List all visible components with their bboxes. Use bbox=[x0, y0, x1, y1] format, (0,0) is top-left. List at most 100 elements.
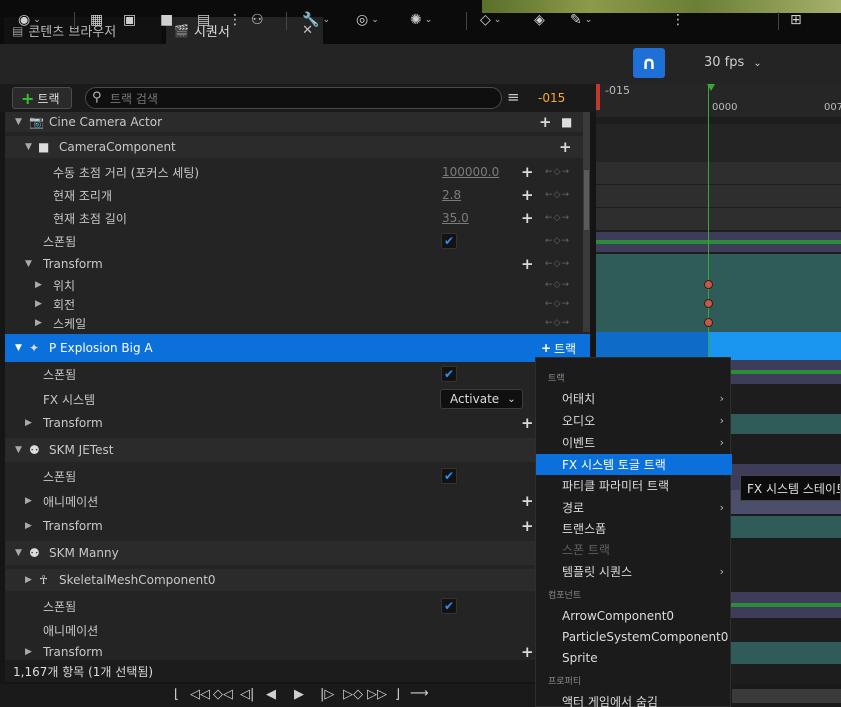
more-icon[interactable]: ⋮ bbox=[671, 9, 685, 31]
tree-row-rotation[interactable]: ▶ 회전 ←◇→ bbox=[5, 294, 590, 314]
menu-item-transform[interactable]: 트랜스폼 bbox=[536, 518, 732, 539]
add-key-icon[interactable]: + bbox=[521, 517, 534, 535]
tree-row-spawned[interactable]: 스폰됨 ✔ bbox=[5, 362, 590, 386]
tree-row-location[interactable]: ▶ 위치 ←◇→ bbox=[5, 275, 590, 295]
key-filled-icon[interactable]: ◈ bbox=[534, 9, 545, 31]
tree-row-camera-component[interactable]: ▼ ■ CameraComponent + bbox=[5, 136, 590, 158]
timeline-scrollbar[interactable] bbox=[732, 689, 841, 703]
world-icon[interactable]: ◉ ⌄ bbox=[18, 9, 41, 31]
collapse-icon[interactable]: ▼ bbox=[15, 445, 22, 455]
key-nav-icon[interactable]: ←◇→ bbox=[545, 280, 570, 290]
camera-icon[interactable]: ■ bbox=[561, 115, 572, 129]
spawned-checkbox[interactable]: ✔ bbox=[441, 598, 457, 614]
key-nav-icon[interactable]: ←◇→ bbox=[545, 167, 570, 177]
tree-row-skm-manny[interactable]: ▼ ⚉ SKM Manny bbox=[5, 541, 590, 565]
wrench-icon[interactable]: 🔧 ⌄ bbox=[302, 9, 330, 31]
add-key-icon[interactable]: + bbox=[521, 209, 534, 227]
play-icon[interactable]: ▶ bbox=[294, 687, 304, 702]
menu-item-attach[interactable]: 어태치 › bbox=[536, 388, 732, 409]
jump-to-start-icon[interactable]: ⌊ bbox=[174, 687, 179, 702]
expand-icon[interactable]: ▶ bbox=[25, 575, 32, 585]
prev-keyframe-icon[interactable]: ◇◁ bbox=[213, 687, 233, 702]
property-value[interactable]: 2.8 bbox=[442, 188, 461, 202]
tree-row-transform[interactable]: ▶ Transform + bbox=[5, 412, 590, 434]
menu-item-hide-in-game[interactable]: 액터 게임에서 숨김 bbox=[536, 691, 732, 707]
tree-row-spawned[interactable]: 스폰됨 ✔ bbox=[5, 595, 590, 617]
filter-icon[interactable]: ≡ bbox=[507, 88, 520, 106]
next-key-icon[interactable]: ▷▷ bbox=[367, 687, 387, 702]
time-ruler[interactable]: -015 0000 007 bbox=[596, 84, 841, 117]
menu-item-arrow[interactable]: ArrowComponent0 bbox=[536, 605, 732, 626]
tree-row-spawned[interactable]: 스폰됨 ✔ bbox=[5, 465, 590, 487]
tree-row-animation[interactable]: ▶ 애니메이션 + bbox=[5, 490, 590, 512]
collapse-icon[interactable]: ▼ bbox=[25, 259, 32, 269]
menu-item-path[interactable]: 경로 › bbox=[536, 497, 732, 518]
keyframe-icon[interactable] bbox=[704, 280, 713, 289]
tree-row-spawned[interactable]: 스폰됨 ✔ ←◇→ bbox=[5, 230, 590, 252]
track-button-label[interactable]: 트랙 bbox=[554, 340, 576, 357]
collapse-icon[interactable]: ▼ bbox=[15, 117, 22, 127]
next-keyframe-icon[interactable]: ▷◇ bbox=[343, 687, 363, 702]
add-key-icon[interactable]: + bbox=[521, 163, 534, 181]
key-nav-icon[interactable]: ←◇→ bbox=[545, 213, 570, 223]
snap-magnet-icon[interactable]: ∩ bbox=[633, 48, 665, 78]
add-key-icon[interactable]: + bbox=[521, 643, 534, 661]
tree-row-scale[interactable]: ▶ 스케일 ←◇→ bbox=[5, 313, 590, 333]
expand-icon[interactable]: ▶ bbox=[35, 299, 42, 309]
current-frame[interactable]: -015 bbox=[538, 91, 565, 105]
add-track-icon[interactable]: + bbox=[541, 341, 551, 355]
key-nav-icon[interactable]: ←◇→ bbox=[545, 259, 570, 269]
render-movie-icon[interactable]: ▤ bbox=[197, 9, 210, 31]
step-back-icon[interactable]: ◁| bbox=[240, 687, 254, 702]
transform-section[interactable] bbox=[596, 254, 841, 332]
add-key-icon[interactable]: + bbox=[521, 255, 534, 273]
find-asset-icon[interactable]: ▣ bbox=[123, 9, 136, 31]
loop-icon[interactable]: ⟶ bbox=[410, 686, 429, 701]
tree-row-aperture[interactable]: 현재 조리개 2.8 + ←◇→ bbox=[5, 184, 590, 206]
collapse-icon[interactable]: ▼ bbox=[15, 343, 22, 353]
menu-item-fx-toggle[interactable]: FX 시스템 토글 트랙 bbox=[536, 454, 732, 475]
tree-row-manual-focus[interactable]: 수동 초점 거리 (포커스 세팅) 100000.0 + ←◇→ bbox=[5, 161, 590, 183]
add-key-icon[interactable]: + bbox=[521, 492, 534, 510]
more-icon[interactable]: ⋮ bbox=[228, 9, 242, 31]
tree-row-transform[interactable]: ▼ Transform + ←◇→ bbox=[5, 253, 590, 275]
key-nav-icon[interactable]: ←◇→ bbox=[545, 190, 570, 200]
key-nav-icon[interactable]: ←◇→ bbox=[545, 299, 570, 309]
expand-icon[interactable]: ▶ bbox=[35, 318, 42, 328]
step-forward-icon[interactable]: |▷ bbox=[320, 687, 334, 702]
tree-row-focal-length[interactable]: 현재 초점 길이 35.0 + ←◇→ bbox=[5, 207, 590, 229]
menu-item-audio[interactable]: 오디오 › bbox=[536, 410, 732, 431]
tree-row-skm-jetest[interactable]: ▼ ⚉ SKM JETest bbox=[5, 438, 590, 462]
add-icon[interactable]: + bbox=[539, 113, 552, 131]
jump-to-end-icon[interactable]: ⌋ bbox=[395, 687, 400, 702]
tree-row-fx-system[interactable]: FX 시스템 Activate ⌄ bbox=[5, 387, 590, 411]
expand-icon[interactable]: ▶ bbox=[25, 521, 32, 531]
menu-item-event[interactable]: 이벤트 › bbox=[536, 432, 732, 453]
camera-icon[interactable]: ■ bbox=[160, 9, 173, 31]
tree-row-animation[interactable]: 애니메이션 bbox=[5, 619, 590, 641]
add-key-icon[interactable]: + bbox=[521, 186, 534, 204]
play-reverse-icon[interactable]: ◀ bbox=[266, 687, 276, 702]
pencil-icon[interactable]: ✎ ⌄ bbox=[570, 9, 592, 31]
key-nav-icon[interactable]: ←◇→ bbox=[545, 236, 570, 246]
save-icon[interactable]: ▦ bbox=[90, 9, 103, 31]
add-track-button[interactable]: + 트랙 bbox=[12, 87, 72, 109]
add-icon[interactable]: + bbox=[559, 138, 572, 156]
tab-sequencer[interactable]: 🎬 시퀀서 ✕ bbox=[166, 17, 323, 44]
property-value[interactable]: 35.0 bbox=[442, 211, 469, 225]
spawned-checkbox[interactable]: ✔ bbox=[441, 468, 457, 484]
expand-icon[interactable]: ▶ bbox=[25, 418, 32, 428]
keyframe-icon[interactable] bbox=[704, 318, 713, 327]
tree-row-explosion[interactable]: ▼ ✦ P Explosion Big A + 트랙 bbox=[5, 334, 590, 362]
keyframe-icon[interactable] bbox=[704, 299, 713, 308]
activate-dropdown[interactable]: Activate ⌄ bbox=[440, 389, 523, 409]
tree-row-transform[interactable]: ▶ Transform + bbox=[5, 515, 590, 537]
curve-editor-icon[interactable]: ⊞ bbox=[790, 9, 802, 31]
eye-icon[interactable]: ◎ ⌄ bbox=[356, 9, 379, 31]
key-nav-icon[interactable]: ←◇→ bbox=[545, 318, 570, 328]
add-key-icon[interactable]: + bbox=[521, 414, 534, 432]
tree-row-cine-camera[interactable]: ▼ 📷 Cine Camera Actor + ■ bbox=[5, 112, 590, 132]
fps-selector[interactable]: 30 fps ⌄ bbox=[704, 55, 762, 70]
expand-icon[interactable]: ▶ bbox=[25, 496, 32, 506]
property-value[interactable]: 100000.0 bbox=[442, 165, 499, 179]
